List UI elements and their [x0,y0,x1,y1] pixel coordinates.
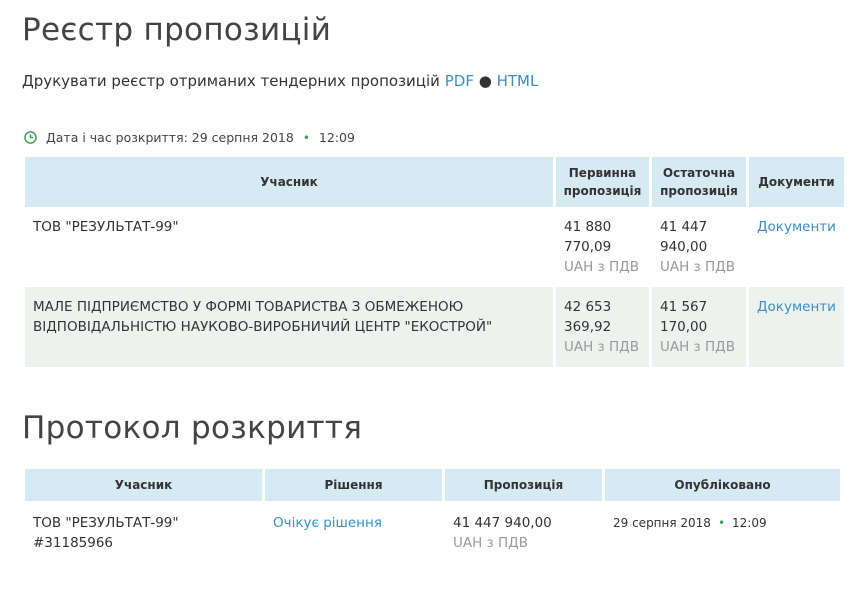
initial-offer-part2: 770,09 [564,239,612,255]
opening-datetime: Дата і час розкриття: 29 серпня 2018 • 1… [24,130,355,145]
final-offer-part2: 170,00 [660,319,708,335]
table-row: ТОВ "РЕЗУЛЬТАТ-99" #31185966 Очікує ріше… [25,501,840,565]
register-title: Реєстр пропозицій [22,12,332,48]
header-initial-offer: Первинна пропозиція [556,157,649,207]
dot-separator: • [302,130,310,145]
participant-name: ТОВ "РЕЗУЛЬТАТ-99" [33,515,179,531]
initial-offer-part2: 369,92 [564,319,612,335]
clock-icon [24,131,37,144]
initial-offer-part1: 42 653 [564,299,612,315]
header-final-offer: Остаточна пропозиція [652,157,746,207]
published-time: 12:09 [732,516,767,530]
header-documents: Документи [749,157,844,207]
decision-cell: Очікує рішення [265,501,442,565]
final-offer-part2: 940,00 [660,239,708,255]
header-participant: Учасник [25,157,553,207]
print-html-link[interactable]: HTML [497,72,539,90]
dot-separator: • [717,516,726,530]
currency-label: UAH з ПДВ [564,339,639,355]
initial-offer: 41 880 770,09 UAH з ПДВ [556,207,649,287]
participant-name: ТОВ "РЕЗУЛЬТАТ-99" [25,207,553,287]
currency-label: UAH з ПДВ [564,259,639,275]
offer-amount: 41 447 940,00 [453,515,552,531]
documents-link[interactable]: Документи [757,299,836,315]
documents-link[interactable]: Документи [757,219,836,235]
opening-date-label: Дата і час розкриття: 29 серпня 2018 [46,130,294,145]
header-participant: Учасник [25,469,262,501]
final-offer: 41 567 170,00 UAH з ПДВ [652,287,746,367]
published-date: 29 серпня 2018 [613,516,711,530]
header-offer: Пропозиція [445,469,602,501]
participant-id: #31185966 [33,535,114,551]
documents-cell: Документи [749,287,844,367]
protocol-participant: ТОВ "РЕЗУЛЬТАТ-99" #31185966 [25,501,262,565]
documents-cell: Документи [749,207,844,287]
print-pdf-link[interactable]: PDF [445,72,474,90]
initial-offer: 42 653 369,92 UAH з ПДВ [556,287,649,367]
link-separator: ● [478,72,492,90]
protocol-table: Учасник Рішення Пропозиція Опубліковано … [22,469,843,565]
final-offer: 41 447 940,00 UAH з ПДВ [652,207,746,287]
final-offer-part1: 41 567 [660,299,708,315]
register-table: Учасник Первинна пропозиція Остаточна пр… [22,157,847,367]
header-published: Опубліковано [605,469,840,501]
decision-link[interactable]: Очікує рішення [273,515,382,531]
table-row: ТОВ "РЕЗУЛЬТАТ-99" 41 880 770,09 UAH з П… [25,207,844,287]
print-register-line: Друкувати реєстр отриманих тендерних про… [22,72,538,90]
opening-time: 12:09 [318,130,355,145]
protocol-title: Протокол розкриття [22,410,363,446]
header-decision: Рішення [265,469,442,501]
final-offer-part1: 41 447 [660,219,708,235]
print-register-text: Друкувати реєстр отриманих тендерних про… [22,72,440,90]
currency-label: UAH з ПДВ [660,259,735,275]
currency-label: UAH з ПДВ [660,339,735,355]
participant-name: МАЛЕ ПІДПРИЄМСТВО У ФОРМІ ТОВАРИСТВА З О… [25,287,553,367]
offer-cell: 41 447 940,00 UAH з ПДВ [445,501,602,565]
initial-offer-part1: 41 880 [564,219,612,235]
published-cell: 29 серпня 2018 • 12:09 [605,501,840,565]
table-row: МАЛЕ ПІДПРИЄМСТВО У ФОРМІ ТОВАРИСТВА З О… [25,287,844,367]
currency-label: UAH з ПДВ [453,535,528,551]
